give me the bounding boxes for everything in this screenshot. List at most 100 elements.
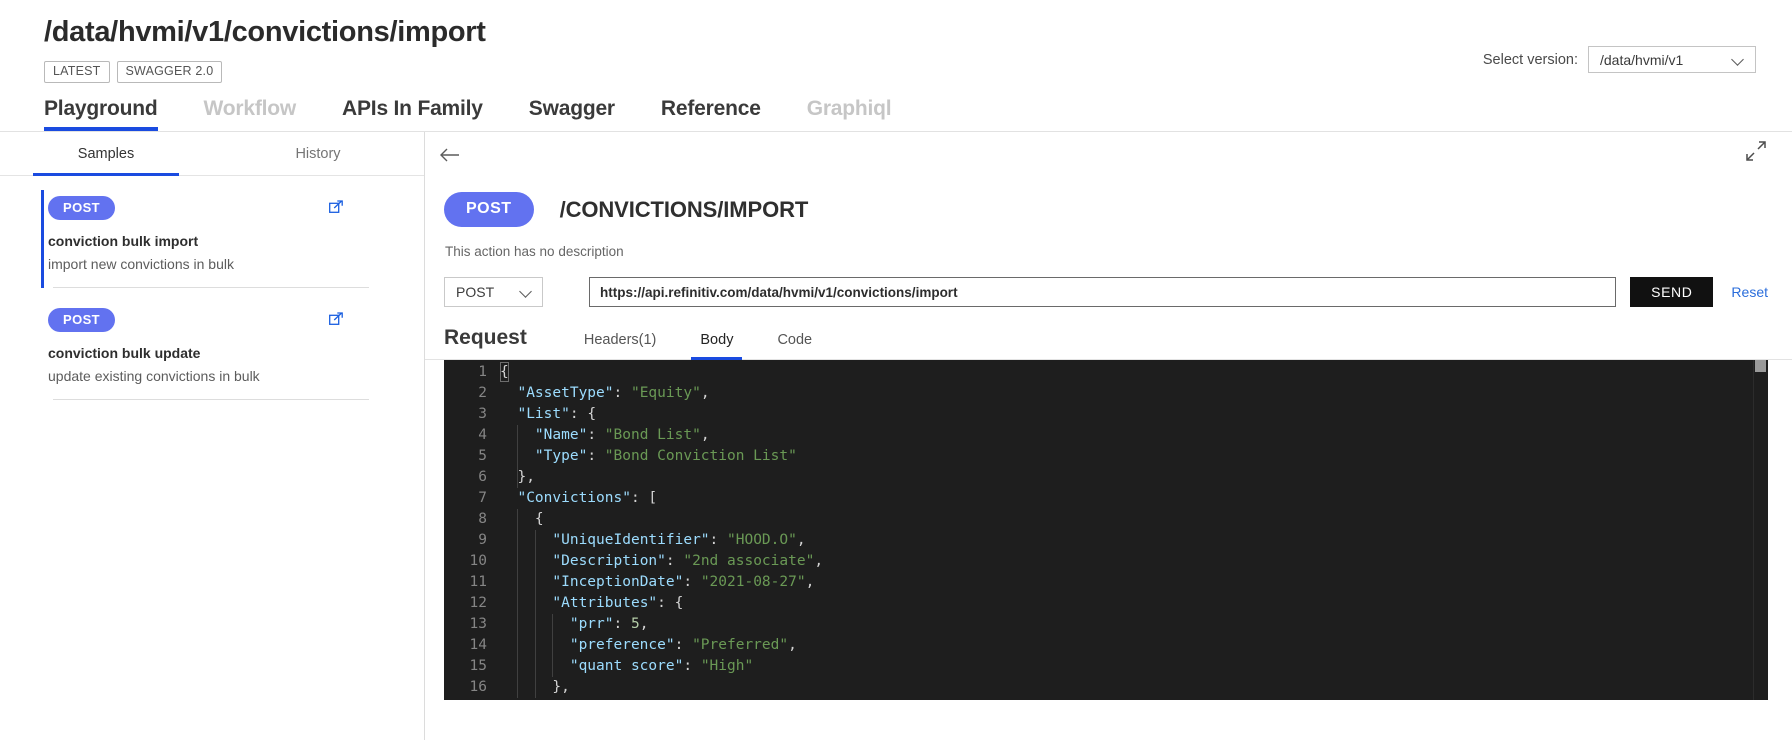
- tab-playground[interactable]: Playground: [44, 97, 158, 132]
- token-pun: :: [674, 637, 693, 654]
- back-arrow-icon[interactable]: [437, 143, 463, 167]
- version-selector-wrap: Select version: /data/hvmi/v1: [1483, 46, 1756, 73]
- editor-scrollbar-thumb[interactable]: [1755, 360, 1766, 373]
- tab-graphiql: Graphiql: [806, 97, 892, 121]
- token-pun: {: [534, 511, 544, 528]
- token-pun: :: [613, 616, 631, 633]
- request-tab-headers-1-[interactable]: Headers(1): [584, 332, 657, 359]
- token-str: "Preferred": [692, 637, 789, 654]
- endpoint-method-badge: POST: [444, 192, 534, 228]
- sidebar: Samples History POST conviction bulk impor…: [0, 132, 425, 740]
- chevron-down-icon: [1733, 54, 1745, 66]
- editor-line-numbers: 1 2 3 4 5 6 7 8 9 10 11 12 13 14 15 16: [444, 362, 500, 698]
- code-line: },: [500, 467, 1768, 488]
- main-tab-bar: Playground Workflow APIs In Family Swagger R…: [0, 97, 1792, 132]
- request-tab-bar: Request Headers(1) Body Code: [425, 307, 1792, 361]
- version-select[interactable]: /data/hvmi/v1: [1588, 46, 1756, 73]
- sample-name: conviction bulk import: [48, 233, 199, 250]
- token-pun: },: [552, 679, 570, 696]
- http-method-select[interactable]: POST: [444, 277, 543, 308]
- tab-apis-in-family[interactable]: APIs In Family: [342, 97, 483, 131]
- token-pun: :: [709, 532, 727, 549]
- token-key: "AssetType": [517, 385, 614, 402]
- code-line: "Attributes": {: [500, 593, 1768, 614]
- code-line: "Name": "Bond List",: [500, 425, 1768, 446]
- code-line: "prr": 5,: [500, 614, 1768, 635]
- sample-name: conviction bulk update: [48, 345, 201, 362]
- request-body-editor[interactable]: 1 2 3 4 5 6 7 8 9 10 11 12 13 14 15 16 { "AssetType": "…: [444, 360, 1768, 701]
- token-key: "Name": [534, 427, 588, 444]
- tab-swagger[interactable]: Swagger: [529, 97, 615, 131]
- token-str: "HOOD.O": [727, 532, 797, 549]
- expand-icon[interactable]: [1745, 140, 1767, 162]
- request-url-input[interactable]: [589, 277, 1617, 308]
- token-key: "prr": [569, 616, 614, 633]
- editor-inner: 1 2 3 4 5 6 7 8 9 10 11 12 13 14 15 16 { "AssetType": "…: [444, 360, 1768, 699]
- token-pun: ,: [639, 616, 649, 633]
- sample-divider: [53, 399, 369, 401]
- indent-guide: [517, 509, 519, 699]
- send-button[interactable]: SEND: [1630, 277, 1714, 308]
- sample-item[interactable]: POST conviction bulk update update existin…: [0, 288, 424, 401]
- code-line: {: [500, 362, 1768, 383]
- page-header: /data/hvmi/v1/convictions/import LATEST S…: [0, 0, 1792, 84]
- request-section-title: Request: [444, 326, 527, 350]
- line-number: 6: [478, 469, 487, 486]
- external-link-icon[interactable]: [329, 200, 343, 214]
- action-description: This action has no description: [445, 244, 624, 260]
- external-link-icon[interactable]: [329, 312, 343, 326]
- token-pun: ,: [700, 427, 710, 444]
- editor-scrollbar[interactable]: [1754, 360, 1768, 700]
- sample-description: import new convictions in bulk: [48, 256, 234, 273]
- indent-guide: [534, 530, 536, 699]
- token-key: "List": [517, 406, 570, 423]
- tab-workflow: Workflow: [203, 97, 297, 121]
- token-pun: ,: [814, 553, 824, 570]
- token-pun: : {: [657, 595, 684, 612]
- code-line: {: [500, 509, 1768, 530]
- code-line: "UniqueIdentifier": "HOOD.O",: [500, 530, 1768, 551]
- version-select-value: /data/hvmi/v1: [1600, 51, 1684, 68]
- main-panel: POST /CONVICTIONS/IMPORT This action has…: [425, 132, 1792, 740]
- token-str: "Bond List": [604, 427, 701, 444]
- token-str: "2nd associate": [683, 553, 815, 570]
- request-tab-code[interactable]: Code: [777, 332, 812, 359]
- sidebar-tab-history[interactable]: History: [212, 132, 424, 175]
- sample-list: POST conviction bulk import import new con…: [0, 176, 424, 401]
- sidebar-tab-bar: Samples History: [0, 132, 424, 177]
- line-number: 9: [478, 532, 487, 549]
- url-bar: POST SEND Reset: [425, 259, 1792, 308]
- editor-code-area[interactable]: { "AssetType": "Equity", "List": { "Name…: [500, 362, 1768, 699]
- token-num: 5: [630, 616, 640, 633]
- line-number: 15: [469, 658, 487, 675]
- token-pun: :: [665, 553, 684, 570]
- line-number: 12: [469, 595, 487, 612]
- tab-reference[interactable]: Reference: [661, 97, 761, 131]
- indent-guide: [552, 614, 554, 678]
- sample-item[interactable]: POST conviction bulk import import new con…: [0, 176, 424, 289]
- token-key: "Description": [552, 553, 666, 570]
- request-tab-body[interactable]: Body: [691, 332, 743, 361]
- sample-method-badge: POST: [48, 308, 115, 333]
- token-pun: },: [517, 469, 535, 486]
- http-method-value: POST: [456, 284, 495, 301]
- page-title: /data/hvmi/v1/convictions/import: [44, 16, 486, 48]
- code-line: "Description": "2nd associate",: [500, 551, 1768, 572]
- token-pun: :: [587, 427, 605, 444]
- sidebar-tab-samples[interactable]: Samples: [0, 132, 212, 177]
- panel-topbar: [425, 132, 1792, 178]
- line-number: 5: [478, 448, 487, 465]
- sample-description: update existing convictions in bulk: [48, 368, 260, 385]
- line-number: 11: [469, 574, 487, 591]
- token-pun: ,: [700, 385, 710, 402]
- line-number: 7: [478, 490, 487, 507]
- line-number: 10: [469, 553, 487, 570]
- token-pun: ,: [788, 637, 797, 654]
- badge-swagger-2-0: SWAGGER 2.0: [116, 60, 223, 84]
- token-str: "2021-08-27": [700, 574, 806, 591]
- reset-link[interactable]: Reset: [1731, 284, 1768, 300]
- token-pun: :: [613, 385, 631, 402]
- token-pun: :: [683, 574, 701, 591]
- token-key: "Convictions": [517, 490, 631, 507]
- chevron-down-icon: [521, 286, 533, 298]
